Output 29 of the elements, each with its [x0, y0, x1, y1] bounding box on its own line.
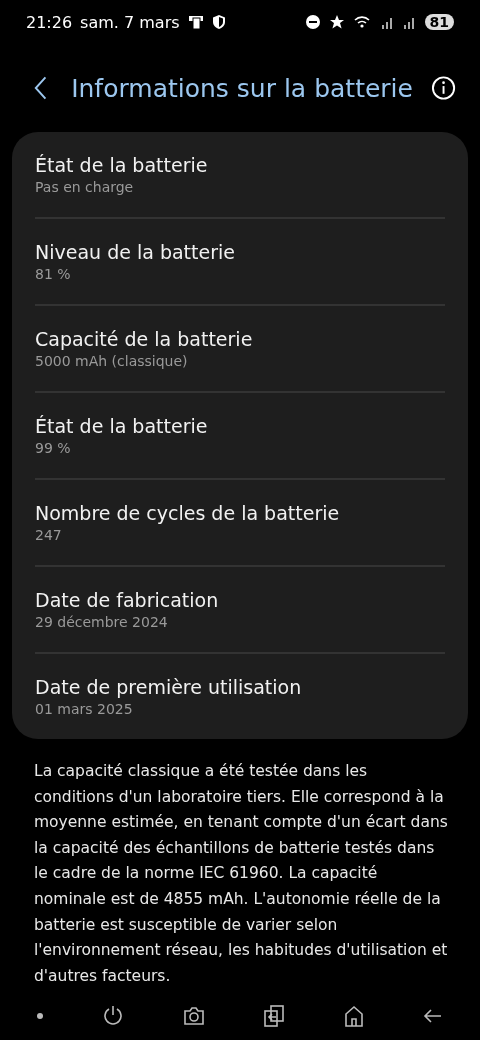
setting-title: État de la batterie: [35, 154, 209, 176]
info-icon[interactable]: [430, 75, 456, 101]
screen-switch-icon[interactable]: [263, 1005, 286, 1027]
setting-value: 99 %: [35, 440, 72, 456]
setting-title: Nombre de cycles de la batterie: [35, 502, 341, 524]
clock: 21:26: [26, 12, 73, 32]
star-icon: [328, 14, 345, 30]
setting-value: 29 décembre 2024: [35, 614, 169, 630]
shield-icon: [211, 14, 226, 30]
setting-title: Capacité de la batterie: [35, 328, 254, 350]
setting-value: 81 %: [35, 266, 72, 282]
setting-value: 5000 mAh (classique): [35, 353, 189, 369]
setting-title: Date de fabrication: [35, 589, 220, 611]
setting-value: Pas en charge: [35, 179, 135, 195]
battery-level: 81: [424, 14, 454, 30]
dot-icon[interactable]: [37, 1013, 44, 1019]
date: sam. 7 mars: [80, 12, 180, 32]
setting-title: État de la batterie: [35, 415, 209, 437]
setting-title: Niveau de la batterie: [35, 241, 236, 263]
power-icon[interactable]: [102, 1005, 124, 1027]
info-paragraph: La capacité classique a été testée dans les conditions d'un laboratoire tiers. Elle correspond à la moyenne estimée, en tenant compte d'un écart dans la capacité des échantillons de batterie testés dans le cadre de la norme IEC 61960. La capacité nominale est de 4855 mAh. L'autonomie réelle de la batterie est susceptible de varier selon l'environnement réseau, les habitudes d'utilisation et d'autres facteurs.: [34, 761, 449, 987]
setting-value: 01 mars 2025: [35, 701, 134, 717]
do-not-disturb-icon: [304, 14, 321, 30]
camera-icon[interactable]: [182, 1006, 205, 1026]
setting-value: 247: [35, 527, 63, 543]
page-title: Informations sur la batterie: [71, 73, 413, 103]
setting-title: Date de première utilisation: [35, 676, 303, 698]
home-icon[interactable]: [343, 1005, 364, 1027]
back-icon[interactable]: [422, 1008, 443, 1024]
